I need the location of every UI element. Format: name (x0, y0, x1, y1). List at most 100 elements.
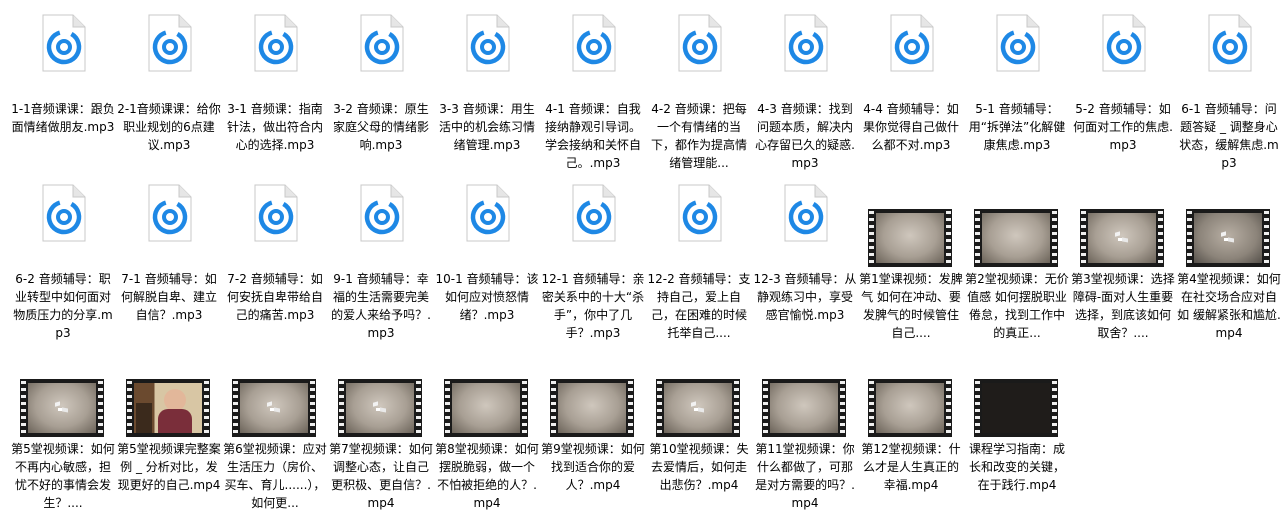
file-name-label: 3-3 音频课：用生活中的机会练习情绪管理.mp3 (438, 102, 535, 152)
audio-file-item[interactable]: 7-1 音频辅导：如何解脱自卑、建立自信？.mp3 (116, 170, 222, 340)
video-thumbnail (876, 213, 944, 263)
audio-file-item[interactable]: 3-1 音频课：指南针法，做出符合内心的选择.mp3 (222, 0, 328, 170)
file-name-label: 4-3 音频课：找到问题本质，解决内心存留已久的疑惑.mp3 (755, 102, 855, 170)
file-thumbnail (646, 0, 752, 96)
audio-file-item[interactable]: 2-1音频课课：给你职业规划的6点建议.mp3 (116, 0, 222, 170)
file-name-label: 12-1 音频辅导：亲密关系中的十大“杀手”，你中了几手？.mp3 (541, 272, 645, 340)
file-name-label: 7-1 音频辅导：如何解脱自卑、建立自信？.mp3 (120, 272, 217, 322)
audio-file-item[interactable]: 3-3 音频课：用生活中的机会练习情绪管理.mp3 (434, 0, 540, 170)
video-file-item[interactable]: 第4堂视频课：如何在社交场合应对自如 缓解紧张和尴尬.mp4 (1176, 170, 1282, 340)
video-thumbnail (240, 383, 308, 433)
audio-file-item[interactable]: 1-1音频课课：跟负面情绪做朋友.mp3 (10, 0, 116, 170)
audio-file-item[interactable]: 3-2 音频课：原生家庭父母的情绪影响.mp3 (328, 0, 434, 170)
video-file-item[interactable]: 第12堂视频课：什么才是人生真正的幸福.mp4 (858, 340, 964, 510)
audio-file-icon (148, 184, 192, 242)
file-thumbnail (10, 0, 116, 96)
file-name-label: 第2堂视频课：无价值感 如何摆脱职业倦怠，找到工作中的真正... (965, 272, 1069, 340)
file-thumbnail (540, 0, 646, 96)
audio-file-item[interactable]: 12-1 音频辅导：亲密关系中的十大“杀手”，你中了几手？.mp3 (540, 170, 646, 340)
audio-file-item[interactable]: 4-2 音频课：把每一个有情绪的当下，都作为提高情绪管理能... (646, 0, 752, 170)
audio-file-item[interactable]: 6-2 音频辅导：职业转型中如何面对物质压力的分享.mp3 (10, 170, 116, 340)
file-thumbnail (752, 340, 858, 437)
video-file-item[interactable]: 第9堂视频课：如何找到适合你的爱人？.mp4 (540, 340, 646, 510)
video-file-icon (868, 379, 952, 437)
audio-file-item[interactable]: 4-1 音频课：自我接纳静观引导词。学会接纳和关怀自己。.mp3 (540, 0, 646, 170)
file-name-label: 第8堂视频课：如何摆脱脆弱，做一个不怕被拒绝的人？.mp4 (435, 442, 539, 510)
audio-file-icon (360, 14, 404, 72)
video-file-item[interactable]: 第5堂视频课完整案例 _ 分析对比，发现更好的自己.mp4 (116, 340, 222, 510)
audio-file-item[interactable]: 4-3 音频课：找到问题本质，解决内心存留已久的疑惑.mp3 (752, 0, 858, 170)
video-file-item[interactable]: 第5堂视频课：如何不再内心敏感，担忧不好的事情会发生？.... (10, 340, 116, 510)
file-name-label: 4-4 音频辅导：如果你觉得自己做什么都不对.mp3 (862, 102, 959, 152)
file-thumbnail (964, 170, 1070, 267)
video-thumbnail (558, 383, 626, 433)
video-file-item[interactable]: 第8堂视频课：如何摆脱脆弱，做一个不怕被拒绝的人？.mp4 (434, 340, 540, 510)
file-thumbnail (328, 340, 434, 437)
audio-file-item[interactable]: 12-2 音频辅导：支持自己，爱上自己，在困难的时候托举自己.... (646, 170, 752, 340)
video-file-item[interactable]: 第3堂视频课：选择障碍-面对人生重要选择，到底该如何取舍？.... (1070, 170, 1176, 340)
file-thumbnail (328, 0, 434, 96)
audio-file-icon (784, 14, 828, 72)
video-file-item[interactable]: 课程学习指南：成长和改变的关键，在于践行.mp4 (964, 340, 1070, 510)
video-thumbnail (664, 383, 732, 433)
audio-file-item[interactable]: 6-1 音频辅导：问题答疑 _ 调整身心状态，缓解焦虑.mp3 (1176, 0, 1282, 170)
audio-file-icon (42, 184, 86, 242)
file-thumbnail (964, 340, 1070, 437)
video-file-icon (338, 379, 422, 437)
file-thumbnail (646, 170, 752, 266)
video-file-icon (550, 379, 634, 437)
file-name-label: 课程学习指南：成长和改变的关键，在于践行.mp4 (968, 442, 1065, 492)
file-thumbnail (540, 170, 646, 266)
file-thumbnail (222, 170, 328, 266)
file-name-label: 第10堂视频课：失去爱情后，如何走出悲伤？.mp4 (649, 442, 749, 492)
file-name-label: 5-1 音频辅导：用“拆弹法”化解健康焦虑.mp3 (968, 102, 1066, 152)
audio-file-item[interactable]: 7-2 音频辅导：如何安抚自卑带给自己的痛苦.mp3 (222, 170, 328, 340)
video-file-item[interactable]: 第1堂课视频：发脾气 如何在冲动、要发脾气的时候管住自己.... (858, 170, 964, 340)
audio-file-icon (678, 184, 722, 242)
file-thumbnail (752, 0, 858, 96)
file-thumbnail (858, 340, 964, 437)
file-name-label: 7-2 音频辅导：如何安抚自卑带给自己的痛苦.mp3 (226, 272, 323, 322)
audio-file-icon (678, 14, 722, 72)
video-file-icon (762, 379, 846, 437)
file-name-label: 第4堂视频课：如何在社交场合应对自如 缓解紧张和尴尬.mp4 (1177, 272, 1281, 340)
audio-file-icon (254, 184, 298, 242)
audio-file-item[interactable]: 10-1 音频辅导：该如何应对愤怒情绪？.mp3 (434, 170, 540, 340)
video-file-item[interactable]: 第7堂视频课：如何调整心态，让自己更积极、更自信？.mp4 (328, 340, 434, 510)
video-thumbnail (770, 383, 838, 433)
file-name-label: 12-3 音频辅导：从静观练习中，享受感官愉悦.mp3 (753, 272, 857, 322)
video-file-icon (1080, 209, 1164, 267)
file-name-label: 第11堂视频课：你什么都做了，可那是对方需要的吗？.mp4 (755, 442, 855, 510)
file-thumbnail (10, 170, 116, 266)
video-thumbnail (28, 383, 96, 433)
video-file-item[interactable]: 第2堂视频课：无价值感 如何摆脱职业倦怠，找到工作中的真正... (964, 170, 1070, 340)
video-thumbnail (452, 383, 520, 433)
audio-file-item[interactable]: 12-3 音频辅导：从静观练习中，享受感官愉悦.mp3 (752, 170, 858, 340)
audio-file-icon (890, 14, 934, 72)
audio-file-item[interactable]: 5-2 音频辅导：如何面对工作的焦虑.mp3 (1070, 0, 1176, 170)
audio-file-icon (1208, 14, 1252, 72)
audio-file-item[interactable]: 9-1 音频辅导：幸福的生活需要完美的爱人来给予吗？.mp3 (328, 170, 434, 340)
video-thumbnail (346, 383, 414, 433)
audio-file-icon (996, 14, 1040, 72)
file-thumbnail (1070, 170, 1176, 267)
audio-file-icon (360, 184, 404, 242)
video-thumbnail (876, 383, 944, 433)
video-file-icon (444, 379, 528, 437)
video-file-item[interactable]: 第11堂视频课：你什么都做了，可那是对方需要的吗？.mp4 (752, 340, 858, 510)
video-thumbnail (1088, 213, 1156, 263)
file-thumbnail (858, 0, 964, 96)
audio-file-item[interactable]: 5-1 音频辅导：用“拆弹法”化解健康焦虑.mp3 (964, 0, 1070, 170)
audio-file-item[interactable]: 4-4 音频辅导：如果你觉得自己做什么都不对.mp3 (858, 0, 964, 170)
video-file-item[interactable]: 第10堂视频课：失去爱情后，如何走出悲伤？.mp4 (646, 340, 752, 510)
video-file-item[interactable]: 第6堂视频课：应对生活压力（房价、买车、育儿......），如何更... (222, 340, 328, 510)
file-thumbnail (1070, 0, 1176, 96)
video-thumbnail (1194, 213, 1262, 263)
audio-file-icon (466, 184, 510, 242)
file-thumbnail (10, 340, 116, 437)
video-file-icon (868, 209, 952, 267)
file-name-label: 第6堂视频课：应对生活压力（房价、买车、育儿......），如何更... (223, 442, 327, 510)
file-name-label: 9-1 音频辅导：幸福的生活需要完美的爱人来给予吗？.mp3 (331, 272, 431, 340)
video-file-icon (1186, 209, 1270, 267)
file-name-label: 5-2 音频辅导：如何面对工作的焦虑.mp3 (1073, 102, 1173, 152)
